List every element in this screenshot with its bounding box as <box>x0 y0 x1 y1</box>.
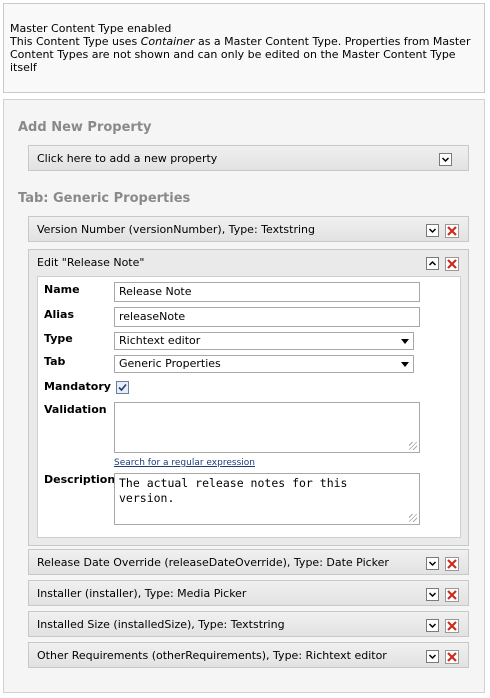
chevron-down-icon <box>401 362 409 367</box>
property-row-other-requirements[interactable]: Other Requirements (otherRequirements), … <box>28 642 469 668</box>
validation-textarea[interactable] <box>114 402 420 453</box>
resize-grip-icon[interactable] <box>409 514 417 522</box>
type-select-value: Richtext editor <box>119 334 201 347</box>
type-label: Type <box>44 332 73 345</box>
notice-text-before: This Content Type uses <box>10 35 141 48</box>
property-row-version-number[interactable]: Version Number (versionNumber), Type: Te… <box>28 216 469 242</box>
delete-x-icon[interactable] <box>445 224 459 238</box>
regex-search-link[interactable]: Search for a regular expression <box>114 458 255 468</box>
notice-title: Master Content Type enabled <box>10 22 172 35</box>
chevron-down-icon <box>401 339 409 344</box>
tab-generic-properties-heading: Tab: Generic Properties <box>18 191 191 206</box>
chevron-down-icon[interactable] <box>426 650 439 663</box>
delete-x-icon[interactable] <box>445 557 459 571</box>
tab-label: Tab <box>44 355 66 368</box>
add-new-property-heading: Add New Property <box>18 120 152 135</box>
delete-x-icon[interactable] <box>445 588 459 602</box>
property-label: Installed Size (installedSize), Type: Te… <box>37 618 285 631</box>
property-label: Release Date Override (releaseDateOverri… <box>37 556 389 569</box>
description-label: Description <box>44 473 116 486</box>
alias-label: Alias <box>44 308 75 321</box>
chevron-down-icon[interactable] <box>426 619 439 632</box>
property-label: Installer (installer), Type: Media Picke… <box>37 587 247 600</box>
chevron-down-icon[interactable] <box>426 557 439 570</box>
edit-property-title: Edit "Release Note" <box>37 256 145 269</box>
chevron-down-icon[interactable] <box>439 153 452 166</box>
master-content-type-notice: Master Content Type enabled This Content… <box>3 3 485 93</box>
add-property-label: Click here to add a new property <box>37 152 218 165</box>
property-label: Other Requirements (otherRequirements), … <box>37 649 387 662</box>
property-label: Version Number (versionNumber), Type: Te… <box>37 223 315 236</box>
properties-panel: Add New Property Click here to add a new… <box>3 99 485 693</box>
name-input[interactable]: Release Note <box>114 282 420 302</box>
property-row-installer[interactable]: Installer (installer), Type: Media Picke… <box>28 580 469 606</box>
chevron-down-icon[interactable] <box>426 224 439 237</box>
type-select[interactable]: Richtext editor <box>114 332 414 350</box>
description-textarea[interactable]: The actual release notes for this versio… <box>114 473 420 525</box>
resize-grip-icon[interactable] <box>409 442 417 450</box>
chevron-down-icon[interactable] <box>426 588 439 601</box>
tab-select-value: Generic Properties <box>119 357 221 370</box>
alias-input[interactable]: releaseNote <box>114 307 420 327</box>
validation-label: Validation <box>44 403 107 416</box>
delete-x-icon[interactable] <box>445 619 459 633</box>
edit-property-header[interactable]: Edit "Release Note" <box>29 250 468 276</box>
property-row-release-date-override[interactable]: Release Date Override (releaseDateOverri… <box>28 549 469 575</box>
mandatory-checkbox[interactable] <box>116 381 129 394</box>
tab-select[interactable]: Generic Properties <box>114 355 414 373</box>
edit-property-release-note: Edit "Release Note" Name Release Note Al… <box>28 249 469 546</box>
mandatory-label: Mandatory <box>44 380 111 393</box>
delete-x-icon[interactable] <box>445 650 459 664</box>
notice-master-name: Container <box>140 35 195 48</box>
chevron-up-icon[interactable] <box>426 257 439 270</box>
edit-property-form: Name Release Note Alias releaseNote Type… <box>37 276 461 538</box>
property-row-installed-size[interactable]: Installed Size (installedSize), Type: Te… <box>28 611 469 637</box>
description-value: The actual release notes for this versio… <box>119 476 348 505</box>
checkmark-icon <box>118 383 127 392</box>
add-property-bar[interactable]: Click here to add a new property <box>28 145 469 171</box>
delete-x-icon[interactable] <box>445 257 459 271</box>
name-label: Name <box>44 283 80 296</box>
